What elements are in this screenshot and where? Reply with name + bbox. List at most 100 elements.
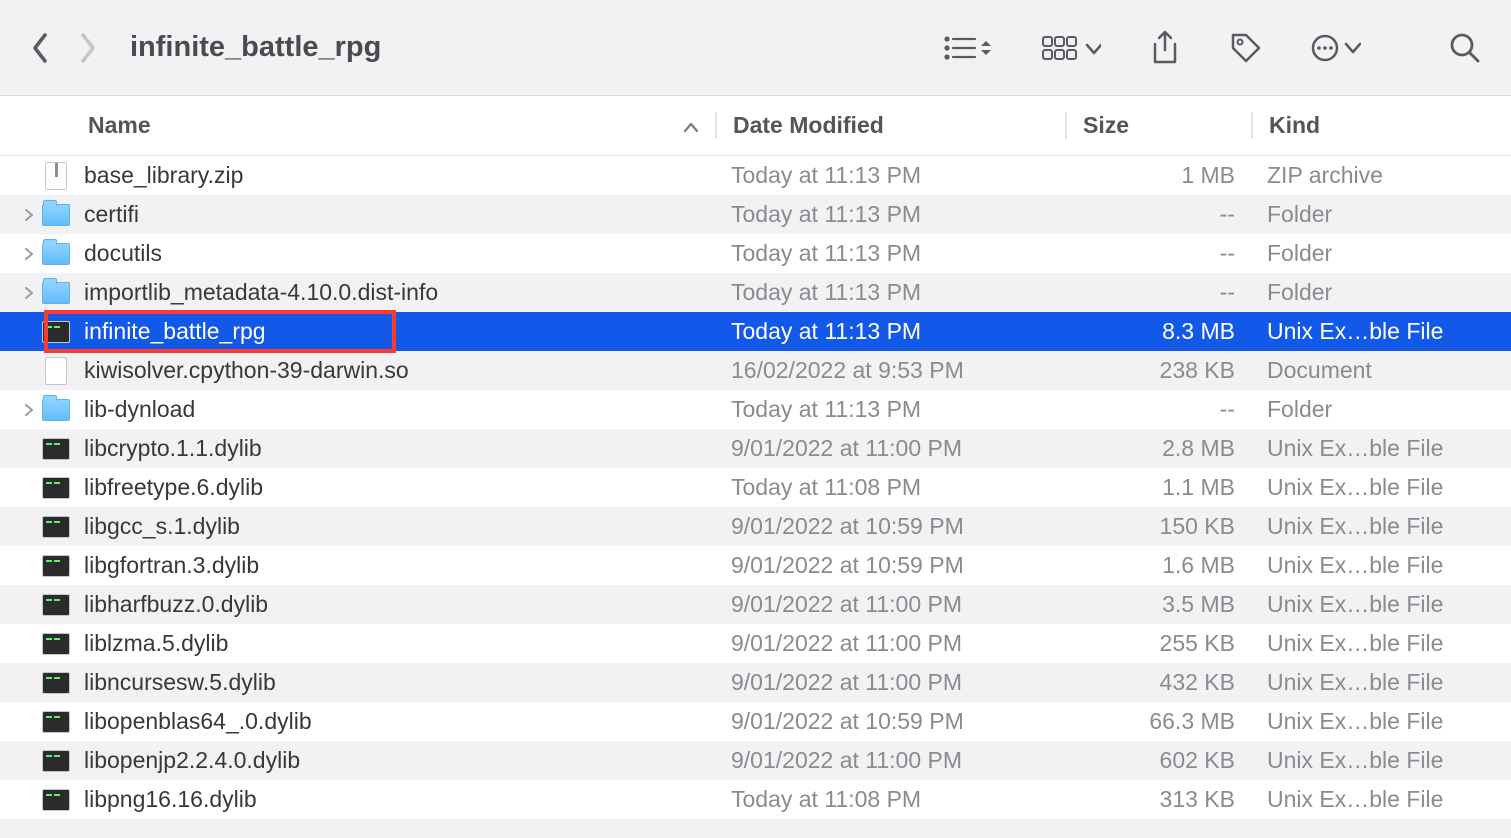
file-name: libgcc_s.1.dylib <box>84 507 240 546</box>
size-cell: 432 KB <box>1065 663 1251 702</box>
kind-cell: Unix Ex…ble File <box>1251 741 1511 780</box>
kind-cell: Document <box>1251 351 1511 390</box>
name-cell: libgcc_s.1.dylib <box>0 507 715 546</box>
column-header-date[interactable]: Date Modified <box>715 112 1065 139</box>
kind-cell: Unix Ex…ble File <box>1251 507 1511 546</box>
date-modified-cell: 9/01/2022 at 11:00 PM <box>715 741 1065 780</box>
file-rows: base_library.zipToday at 11:13 PM1 MBZIP… <box>0 156 1511 819</box>
file-listing: Name Date Modified Size Kind base_librar… <box>0 95 1511 819</box>
table-row[interactable]: libncursesw.5.dylib9/01/2022 at 11:00 PM… <box>0 663 1511 702</box>
table-row[interactable]: docutilsToday at 11:13 PM--Folder <box>0 234 1511 273</box>
zip-icon <box>42 162 70 190</box>
group-button[interactable] <box>1041 33 1101 63</box>
file-name: libopenblas64_.0.dylib <box>84 702 312 741</box>
nav-group <box>30 31 98 65</box>
table-row[interactable]: base_library.zipToday at 11:13 PM1 MBZIP… <box>0 156 1511 195</box>
file-name: infinite_battle_rpg <box>84 312 266 351</box>
date-modified-cell: Today at 11:13 PM <box>715 156 1065 195</box>
share-button[interactable] <box>1149 30 1181 66</box>
folder-icon <box>42 240 70 268</box>
disclosure-triangle[interactable] <box>22 287 36 299</box>
date-modified-cell: Today at 11:13 PM <box>715 234 1065 273</box>
view-as-list-button[interactable] <box>943 33 993 63</box>
table-row[interactable]: libpng16.16.dylibToday at 11:08 PM313 KB… <box>0 780 1511 819</box>
column-header-size-label: Size <box>1083 112 1129 138</box>
kind-cell: ZIP archive <box>1251 156 1511 195</box>
file-name: libcrypto.1.1.dylib <box>84 429 262 468</box>
table-row[interactable]: libcrypto.1.1.dylib9/01/2022 at 11:00 PM… <box>0 429 1511 468</box>
chevron-left-icon <box>30 31 52 65</box>
chevron-right-icon <box>24 287 34 299</box>
date-modified-cell: 9/01/2022 at 11:00 PM <box>715 624 1065 663</box>
size-cell: 66.3 MB <box>1065 702 1251 741</box>
file-name: liblzma.5.dylib <box>84 624 228 663</box>
back-button[interactable] <box>30 31 52 65</box>
size-cell: 150 KB <box>1065 507 1251 546</box>
kind-cell: Folder <box>1251 273 1511 312</box>
name-cell: infinite_battle_rpg <box>0 312 715 351</box>
tags-button[interactable] <box>1229 31 1263 65</box>
disclosure-triangle[interactable] <box>22 209 36 221</box>
table-row[interactable]: libopenjp2.2.4.0.dylib9/01/2022 at 11:00… <box>0 741 1511 780</box>
date-modified-cell: 16/02/2022 at 9:53 PM <box>715 351 1065 390</box>
table-row[interactable]: importlib_metadata-4.10.0.dist-infoToday… <box>0 273 1511 312</box>
table-row[interactable]: liblzma.5.dylib 9/01/2022 at 11:00 PM255 … <box>0 624 1511 663</box>
size-cell: 255 KB <box>1065 624 1251 663</box>
name-cell: libfreetype.6.dylib <box>0 468 715 507</box>
search-button[interactable] <box>1449 32 1481 64</box>
name-cell: libpng16.16.dylib <box>0 780 715 819</box>
table-row[interactable]: certifiToday at 11:13 PM--Folder <box>0 195 1511 234</box>
size-cell: 3.5 MB <box>1065 585 1251 624</box>
search-icon <box>1449 32 1481 64</box>
term-icon <box>42 513 70 541</box>
name-cell: libcrypto.1.1.dylib <box>0 429 715 468</box>
term-icon <box>42 474 70 502</box>
size-cell: 1.6 MB <box>1065 546 1251 585</box>
disclosure-triangle[interactable] <box>22 248 36 260</box>
size-cell: 1.1 MB <box>1065 468 1251 507</box>
disclosure-triangle[interactable] <box>22 404 36 416</box>
column-header-kind[interactable]: Kind <box>1251 112 1511 139</box>
name-cell: libncursesw.5.dylib <box>0 663 715 702</box>
folder-icon <box>42 279 70 307</box>
group-icon <box>1041 33 1101 63</box>
file-name: base_library.zip <box>84 156 243 195</box>
kind-cell: Unix Ex…ble File <box>1251 702 1511 741</box>
file-name: libpng16.16.dylib <box>84 780 257 819</box>
more-icon <box>1311 33 1361 63</box>
folder-icon <box>42 201 70 229</box>
size-cell: -- <box>1065 390 1251 429</box>
size-cell: -- <box>1065 234 1251 273</box>
chevron-right-icon <box>24 209 34 221</box>
table-row[interactable]: libgcc_s.1.dylib9/01/2022 at 10:59 PM150… <box>0 507 1511 546</box>
column-header-name[interactable]: Name <box>0 112 715 139</box>
more-button[interactable] <box>1311 33 1361 63</box>
term-icon <box>42 786 70 814</box>
name-cell: importlib_metadata-4.10.0.dist-info <box>0 273 715 312</box>
file-name: libgfortran.3.dylib <box>84 546 259 585</box>
table-row[interactable]: kiwisolver.cpython-39-darwin.so 16/02/202… <box>0 351 1511 390</box>
column-header-size[interactable]: Size <box>1065 112 1251 139</box>
table-row[interactable]: libharfbuzz.0.dylib9/01/2022 at 11:00 PM… <box>0 585 1511 624</box>
kind-cell: Unix Ex…ble File <box>1251 312 1511 351</box>
date-modified-cell: Today at 11:08 PM <box>715 468 1065 507</box>
file-name: importlib_metadata-4.10.0.dist-info <box>84 273 438 312</box>
table-row[interactable]: libgfortran.3.dylib9/01/2022 at 10:59 PM… <box>0 546 1511 585</box>
table-row[interactable]: libopenblas64_.0.dylib9/01/2022 at 10:59… <box>0 702 1511 741</box>
column-header-name-label: Name <box>88 112 151 139</box>
size-cell: 238 KB <box>1065 351 1251 390</box>
name-cell: liblzma.5.dylib <box>0 624 715 663</box>
name-cell: libgfortran.3.dylib <box>0 546 715 585</box>
size-cell: 2.8 MB <box>1065 429 1251 468</box>
table-row[interactable]: libfreetype.6.dylibToday at 11:08 PM1.1 … <box>0 468 1511 507</box>
term-icon <box>42 318 70 346</box>
tag-icon <box>1229 31 1263 65</box>
kind-cell: Unix Ex…ble File <box>1251 585 1511 624</box>
date-modified-cell: 9/01/2022 at 11:00 PM <box>715 585 1065 624</box>
forward-button[interactable] <box>76 31 98 65</box>
column-headers: Name Date Modified Size Kind <box>0 96 1511 156</box>
table-row[interactable]: infinite_battle_rpgToday at 11:13 PM8.3 … <box>0 312 1511 351</box>
file-name: kiwisolver.cpython-39-darwin.so <box>84 351 409 390</box>
folder-title: infinite_battle_rpg <box>130 31 381 64</box>
table-row[interactable]: lib-dynloadToday at 11:13 PM--Folder <box>0 390 1511 429</box>
